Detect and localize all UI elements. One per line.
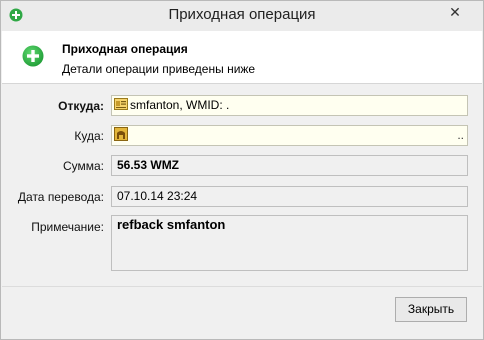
note-field: refback smfanton bbox=[111, 215, 468, 271]
amount-label: Сумма: bbox=[62, 159, 104, 173]
to-label: Куда: bbox=[74, 129, 104, 143]
purse-icon bbox=[114, 127, 128, 141]
header-subtitle: Детали операции приведены ниже bbox=[62, 62, 256, 76]
header-title: Приходная операция bbox=[62, 42, 188, 56]
note-label: Примечание: bbox=[31, 220, 104, 234]
amount-field: 56.53 WMZ bbox=[111, 155, 468, 176]
from-field[interactable]: smfanton, WMID: . bbox=[111, 95, 468, 116]
window-title: Приходная операция bbox=[168, 6, 316, 23]
window-close-button[interactable]: ✕ bbox=[435, 2, 475, 22]
dialog-header: Приходная операция Детали операции приве… bbox=[2, 31, 482, 84]
dialog-window: Приходная операция ✕ Приходная операция … bbox=[0, 0, 484, 340]
from-label: Откуда: bbox=[58, 99, 104, 113]
id-card-icon bbox=[114, 98, 128, 110]
close-button[interactable]: Закрыть bbox=[395, 297, 467, 322]
from-value: smfanton, WMID: . bbox=[130, 98, 230, 112]
to-dots: .. bbox=[457, 128, 464, 142]
date-label: Дата перевода: bbox=[17, 190, 104, 204]
green-plus-icon bbox=[22, 45, 44, 67]
to-field[interactable]: .. bbox=[111, 125, 468, 146]
title-bar[interactable]: Приходная операция ✕ bbox=[1, 1, 483, 31]
date-field: 07.10.14 23:24 bbox=[111, 186, 468, 207]
